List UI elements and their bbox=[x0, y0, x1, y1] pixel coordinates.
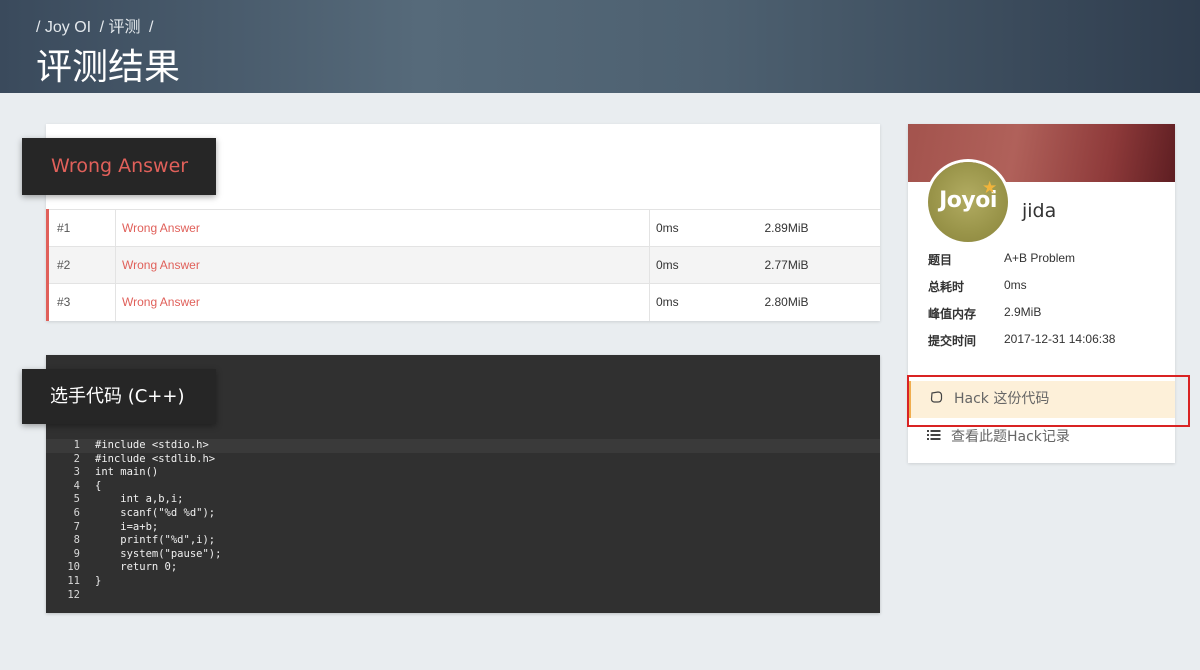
code-line: 8 printf("%d",i); bbox=[46, 534, 880, 548]
username[interactable]: jida bbox=[1022, 200, 1056, 222]
code-text: int a,b,i; bbox=[95, 493, 184, 506]
case-index: #3 bbox=[46, 283, 116, 321]
line-number: 5 bbox=[73, 493, 80, 506]
case-status: Wrong Answer bbox=[115, 246, 650, 284]
info-key: 总耗时 bbox=[928, 280, 965, 294]
code-text: system("pause"); bbox=[95, 547, 222, 560]
code-text: #include <stdlib.h> bbox=[95, 452, 216, 465]
code-line: 4{ bbox=[46, 480, 880, 494]
line-number: 11 bbox=[67, 574, 80, 587]
line-number: 8 bbox=[73, 534, 80, 547]
code-text: i=a+b; bbox=[95, 520, 159, 533]
info-value-submit-time: 2017-12-31 14:06:38 bbox=[1004, 332, 1116, 346]
code-line: 7 i=a+b; bbox=[46, 521, 880, 535]
info-value-time: 0ms bbox=[1004, 278, 1027, 292]
page-header: / Joy OI / 评测 / 评测结果 bbox=[0, 0, 1200, 93]
line-number: 10 bbox=[67, 561, 80, 574]
result-row: #1 Wrong Answer 0ms 2.89MiB bbox=[46, 209, 880, 247]
case-index: #1 bbox=[46, 209, 116, 247]
code-line: 12 bbox=[46, 589, 880, 603]
code-line: 5 int a,b,i; bbox=[46, 493, 880, 507]
line-number: 1 bbox=[73, 439, 80, 451]
line-number: 7 bbox=[73, 520, 80, 533]
case-time: 0ms bbox=[656, 258, 679, 272]
result-table: #1 Wrong Answer 0ms 2.89MiB #2 Wrong Answer 0m… bbox=[46, 209, 880, 321]
code-text: scanf("%d %d"); bbox=[95, 506, 216, 519]
result-row: #3 Wrong Answer 0ms 2.80MiB bbox=[46, 283, 880, 321]
breadcrumb-end: / bbox=[148, 19, 154, 36]
info-value-problem[interactable]: A+B Problem bbox=[1004, 251, 1174, 265]
line-number: 3 bbox=[73, 466, 80, 479]
case-time: 0ms bbox=[656, 221, 679, 235]
breadcrumb-joyoi[interactable]: / Joy OI bbox=[36, 19, 91, 36]
highlight-box bbox=[907, 375, 1190, 427]
code-label: 选手代码 (C++) bbox=[22, 369, 216, 424]
code-text: #include <stdio.h> bbox=[95, 439, 209, 451]
code-text: printf("%d",i); bbox=[95, 534, 216, 547]
line-number: 4 bbox=[73, 479, 80, 492]
case-status: Wrong Answer bbox=[115, 209, 650, 247]
star-icon: ★ bbox=[982, 178, 998, 197]
case-memory: 2.89MiB bbox=[764, 221, 809, 235]
info-key: 峰值内存 bbox=[928, 307, 977, 321]
line-number: 2 bbox=[73, 452, 80, 465]
code-line: 9 system("pause"); bbox=[46, 548, 880, 562]
code-text: } bbox=[95, 574, 102, 587]
breadcrumb: / Joy OI / 评测 / bbox=[36, 13, 157, 37]
line-number: 12 bbox=[67, 588, 80, 601]
info-key: 题目 bbox=[928, 253, 953, 267]
case-time: 0ms bbox=[656, 295, 679, 310]
code-line: 2 #include <stdlib.h> bbox=[46, 453, 880, 467]
code-line: 1 #include <stdio.h> bbox=[46, 439, 880, 453]
breadcrumb-judge[interactable]: / 评测 bbox=[100, 19, 141, 36]
page-title: 评测结果 bbox=[36, 47, 181, 88]
case-index: #2 bbox=[46, 246, 116, 284]
case-memory: 2.77MiB bbox=[764, 258, 809, 272]
code-view[interactable]: 1 #include <stdio.h> 2 #include <stdlib.h> 3… bbox=[46, 439, 880, 602]
code-line: 3 int main() bbox=[46, 466, 880, 480]
info-value-memory: 2.9MiB bbox=[1004, 305, 1042, 319]
code-text: int main() bbox=[95, 466, 159, 479]
code-line: 6 scanf("%d %d"); bbox=[46, 507, 880, 521]
line-number: 6 bbox=[73, 506, 80, 519]
result-status-label: Wrong Answer bbox=[22, 138, 216, 195]
result-row: #2 Wrong Answer 0ms 2.77MiB bbox=[46, 246, 880, 284]
info-key: 提交时间 bbox=[928, 334, 977, 348]
code-text: { bbox=[95, 479, 102, 492]
line-number: 9 bbox=[73, 547, 80, 560]
code-line: 10 return 0; bbox=[46, 561, 880, 575]
avatar[interactable]: Joyoi ★ bbox=[928, 162, 1008, 242]
case-status: Wrong Answer bbox=[115, 283, 650, 321]
case-memory: 2.80MiB bbox=[764, 295, 809, 310]
code-line: 11} bbox=[46, 575, 880, 589]
code-text: return 0; bbox=[95, 561, 178, 574]
